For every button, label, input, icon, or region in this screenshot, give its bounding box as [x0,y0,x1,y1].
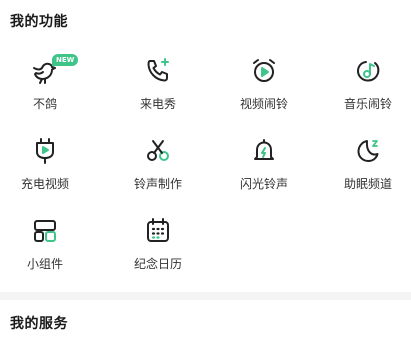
services-section-title: 我的服务 [10,316,68,332]
feature-item-bugu[interactable]: NEW 不鸽 [0,54,95,116]
music-note-circle-icon [353,56,383,86]
feature-item-laidianxiu[interactable]: 来电秀 [108,56,208,116]
feature-label: 纪念日历 [133,257,182,271]
feature-item-video-alarm[interactable]: 视频闹铃 [214,56,314,116]
alarm-clock-play-icon [249,56,279,86]
feature-label: 视频闹铃 [239,97,288,111]
feature-label: 助眠频道 [343,177,392,191]
feature-item-music-alarm[interactable]: 音乐闹铃 [318,56,411,116]
feature-item-anniversary-calendar[interactable]: 纪念日历 [108,216,208,276]
feature-label: 不鸽 [32,97,57,111]
feature-label: 铃声制作 [133,177,182,191]
phone-sparkle-icon [143,56,173,86]
features-section-title: 我的功能 [10,14,68,30]
charger-plug-play-icon [30,136,60,166]
feature-item-sleep-channel[interactable]: 助眠频道 [318,136,411,196]
feature-label: 充电视频 [20,177,69,191]
feature-item-charge-video[interactable]: 充电视频 [0,136,95,196]
bell-flash-icon [249,136,279,166]
moon-sleep-icon [353,136,383,166]
feature-label: 小组件 [26,257,63,271]
scissors-icon [143,136,173,166]
feature-label: 音乐闹铃 [343,97,392,111]
new-badge: NEW [52,54,79,66]
feature-label: 闪光铃声 [239,177,288,191]
section-divider [0,292,411,300]
feature-item-widget[interactable]: 小组件 [0,216,95,276]
widget-grid-icon [30,216,60,246]
calendar-icon [143,216,173,246]
feature-item-flash-ringtone[interactable]: 闪光铃声 [214,136,314,196]
feature-item-ringtone-maker[interactable]: 铃声制作 [108,136,208,196]
feature-label: 来电秀 [139,97,176,111]
